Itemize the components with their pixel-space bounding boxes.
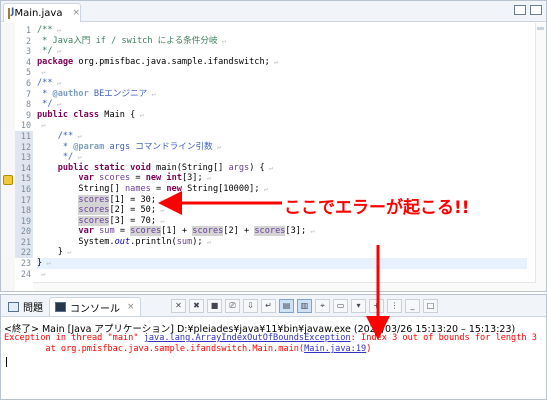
annotation-arrows <box>158 191 390 340</box>
